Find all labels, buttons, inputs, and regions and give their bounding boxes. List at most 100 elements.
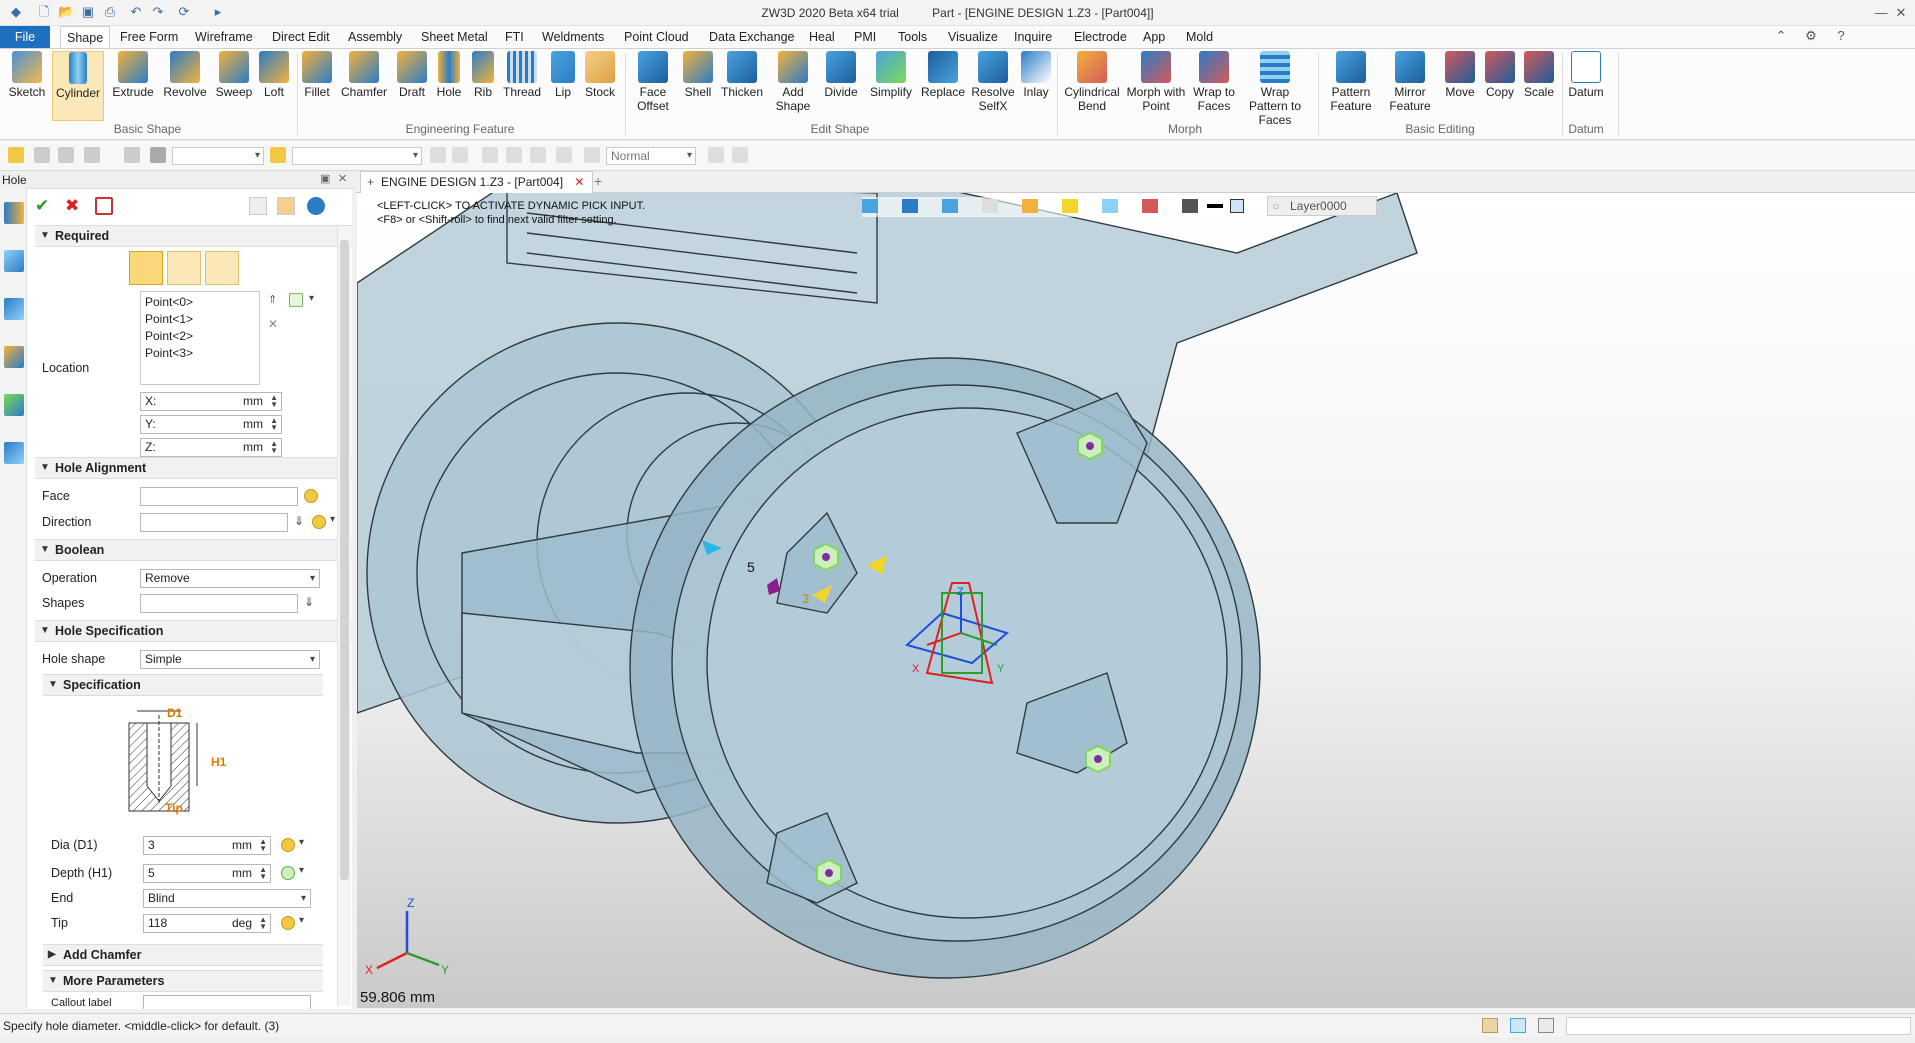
- add-shape-button[interactable]: Add Shape: [768, 51, 818, 113]
- sketch-button[interactable]: Sketch: [6, 51, 48, 99]
- history-tree-icon[interactable]: [4, 250, 24, 272]
- color-swatch-icon[interactable]: [1230, 199, 1244, 213]
- tab-fti[interactable]: FTI: [499, 26, 530, 48]
- view-orient-icon[interactable]: [902, 199, 918, 213]
- spinner-icon[interactable]: ▲ ▼: [270, 440, 278, 455]
- chevron-down-icon[interactable]: ▾: [309, 293, 314, 304]
- inlay-button[interactable]: Inlay: [1020, 51, 1052, 99]
- minus-icon[interactable]: [58, 147, 74, 163]
- remove-point-icon[interactable]: ✕: [268, 317, 278, 331]
- chevron-down-icon[interactable]: ▾: [299, 915, 304, 926]
- depth-field[interactable]: 5 mm ▲ ▼: [143, 864, 271, 883]
- morph-with-point-button[interactable]: Morph with Point: [1126, 51, 1186, 113]
- chevron-down-icon[interactable]: ▾: [299, 865, 304, 876]
- shell-button[interactable]: Shell: [680, 51, 716, 99]
- pin-icon[interactable]: ▣: [320, 172, 330, 185]
- x-field[interactable]: X: mm ▲ ▼: [140, 392, 282, 411]
- view-edges-icon[interactable]: [1182, 199, 1198, 213]
- render-mode-combo[interactable]: Normal: [606, 147, 696, 165]
- draft-button[interactable]: Draft: [395, 51, 429, 99]
- y-field[interactable]: Y: mm ▲ ▼: [140, 415, 282, 434]
- tab-heal[interactable]: Heal: [803, 26, 841, 48]
- step-icon[interactable]: [506, 147, 522, 163]
- document-tab[interactable]: + ENGINE DESIGN 1.Z3 - [Part004] ✕: [360, 171, 594, 193]
- hole-shape-select[interactable]: Simple: [140, 650, 320, 669]
- list-item[interactable]: Point<2>: [145, 328, 255, 345]
- loft-button[interactable]: Loft: [256, 51, 292, 99]
- view-cube-icon[interactable]: [942, 199, 958, 213]
- section-specification[interactable]: Specification: [43, 674, 323, 696]
- tab-visualize[interactable]: Visualize: [942, 26, 1004, 48]
- tab-weldments[interactable]: Weldments: [536, 26, 610, 48]
- view-render-icon[interactable]: [1022, 199, 1038, 213]
- panel-scrollbar[interactable]: [337, 226, 351, 1006]
- add-point-icon[interactable]: [289, 293, 303, 307]
- command-input[interactable]: [1566, 1017, 1911, 1035]
- rib-button[interactable]: Rib: [469, 51, 497, 99]
- face-pick-icon[interactable]: [304, 489, 318, 503]
- chevron-down-icon[interactable]: ▾: [330, 514, 335, 525]
- part-library-icon[interactable]: [4, 346, 24, 368]
- pattern-feature-button[interactable]: Pattern Feature: [1322, 51, 1380, 113]
- face-field[interactable]: [140, 487, 298, 506]
- spinner-icon[interactable]: ▲ ▼: [259, 916, 267, 931]
- list-item[interactable]: Point<3>: [145, 345, 255, 362]
- face-offset-button[interactable]: Face Offset: [630, 51, 676, 113]
- lip-button[interactable]: Lip: [548, 51, 578, 99]
- cylinder-button[interactable]: Cylinder: [52, 51, 104, 121]
- cylindrical-bend-button[interactable]: Cylindrical Bend: [1062, 51, 1122, 113]
- collapse-ribbon-icon[interactable]: ⌃: [1770, 26, 1792, 46]
- section-add-chamfer[interactable]: Add Chamfer: [43, 944, 323, 966]
- view-iso-icon[interactable]: [982, 199, 998, 213]
- move-button[interactable]: Move: [1442, 51, 1478, 99]
- spinner-icon[interactable]: ▲ ▼: [270, 417, 278, 432]
- spinner-icon[interactable]: ▲ ▼: [270, 394, 278, 409]
- screen-icon[interactable]: [1510, 1018, 1526, 1033]
- filter-combo[interactable]: [172, 147, 264, 165]
- tip-field[interactable]: 118 deg ▲ ▼: [143, 914, 271, 933]
- 3d-viewport[interactable]: <LEFT-CLICK> TO ACTIVATE DYNAMIC PICK IN…: [357, 193, 1915, 1008]
- list-item[interactable]: Point<1>: [145, 311, 255, 328]
- location-point-list[interactable]: Point<0> Point<1> Point<2> Point<3>: [140, 291, 260, 385]
- add-filter-icon[interactable]: [84, 147, 100, 163]
- hole-type-clearance-icon[interactable]: [205, 251, 239, 285]
- ok-check-icon[interactable]: ✔: [35, 197, 53, 215]
- revolve-button[interactable]: Revolve: [162, 51, 208, 99]
- parts-icon[interactable]: [150, 147, 166, 163]
- datum-button[interactable]: Datum: [1566, 51, 1606, 99]
- snap-icon[interactable]: [270, 147, 286, 163]
- operation-select[interactable]: Remove: [140, 569, 320, 588]
- simplify-button[interactable]: Simplify: [866, 51, 916, 99]
- expand-shapes-icon[interactable]: ⇓: [304, 595, 314, 609]
- end-select[interactable]: Blind: [143, 889, 311, 908]
- thicken-button[interactable]: Thicken: [720, 51, 764, 99]
- feature-manager-icon[interactable]: [4, 202, 24, 224]
- tab-wireframe[interactable]: Wireframe: [189, 26, 259, 48]
- hole-type-simple-icon[interactable]: [129, 251, 163, 285]
- list-icon[interactable]: [1538, 1018, 1554, 1033]
- chamfer-button[interactable]: Chamfer: [340, 51, 388, 99]
- thread-button[interactable]: Thread: [501, 51, 543, 99]
- section-boolean[interactable]: Boolean: [35, 539, 352, 561]
- image-icon[interactable]: [4, 394, 24, 416]
- cancel-x-icon[interactable]: ✖: [65, 197, 83, 215]
- mirror-feature-button[interactable]: Mirror Feature: [1382, 51, 1438, 113]
- rollback-icon[interactable]: [452, 147, 468, 163]
- preview-eye-icon[interactable]: [249, 197, 267, 215]
- tab-direct-edit[interactable]: Direct Edit: [266, 26, 336, 48]
- view-clip-icon[interactable]: [1142, 199, 1158, 213]
- history-icon[interactable]: [430, 147, 446, 163]
- tab-point-cloud[interactable]: Point Cloud: [618, 26, 695, 48]
- stock-button[interactable]: Stock: [582, 51, 618, 99]
- tip-option-icon[interactable]: [281, 916, 295, 930]
- section-hole-alignment[interactable]: Hole Alignment: [35, 457, 352, 479]
- callout-field[interactable]: [143, 995, 311, 1009]
- tab-app[interactable]: App: [1137, 26, 1171, 48]
- step-forward-icon[interactable]: [530, 147, 546, 163]
- replace-button[interactable]: Replace: [920, 51, 966, 99]
- resolve-selfx-button[interactable]: Resolve SelfX: [970, 51, 1016, 113]
- tab-shape[interactable]: Shape: [60, 26, 111, 48]
- layout-icon[interactable]: [1482, 1018, 1498, 1033]
- tab-file[interactable]: File: [0, 26, 50, 48]
- close-tab-icon[interactable]: ✕: [574, 175, 584, 189]
